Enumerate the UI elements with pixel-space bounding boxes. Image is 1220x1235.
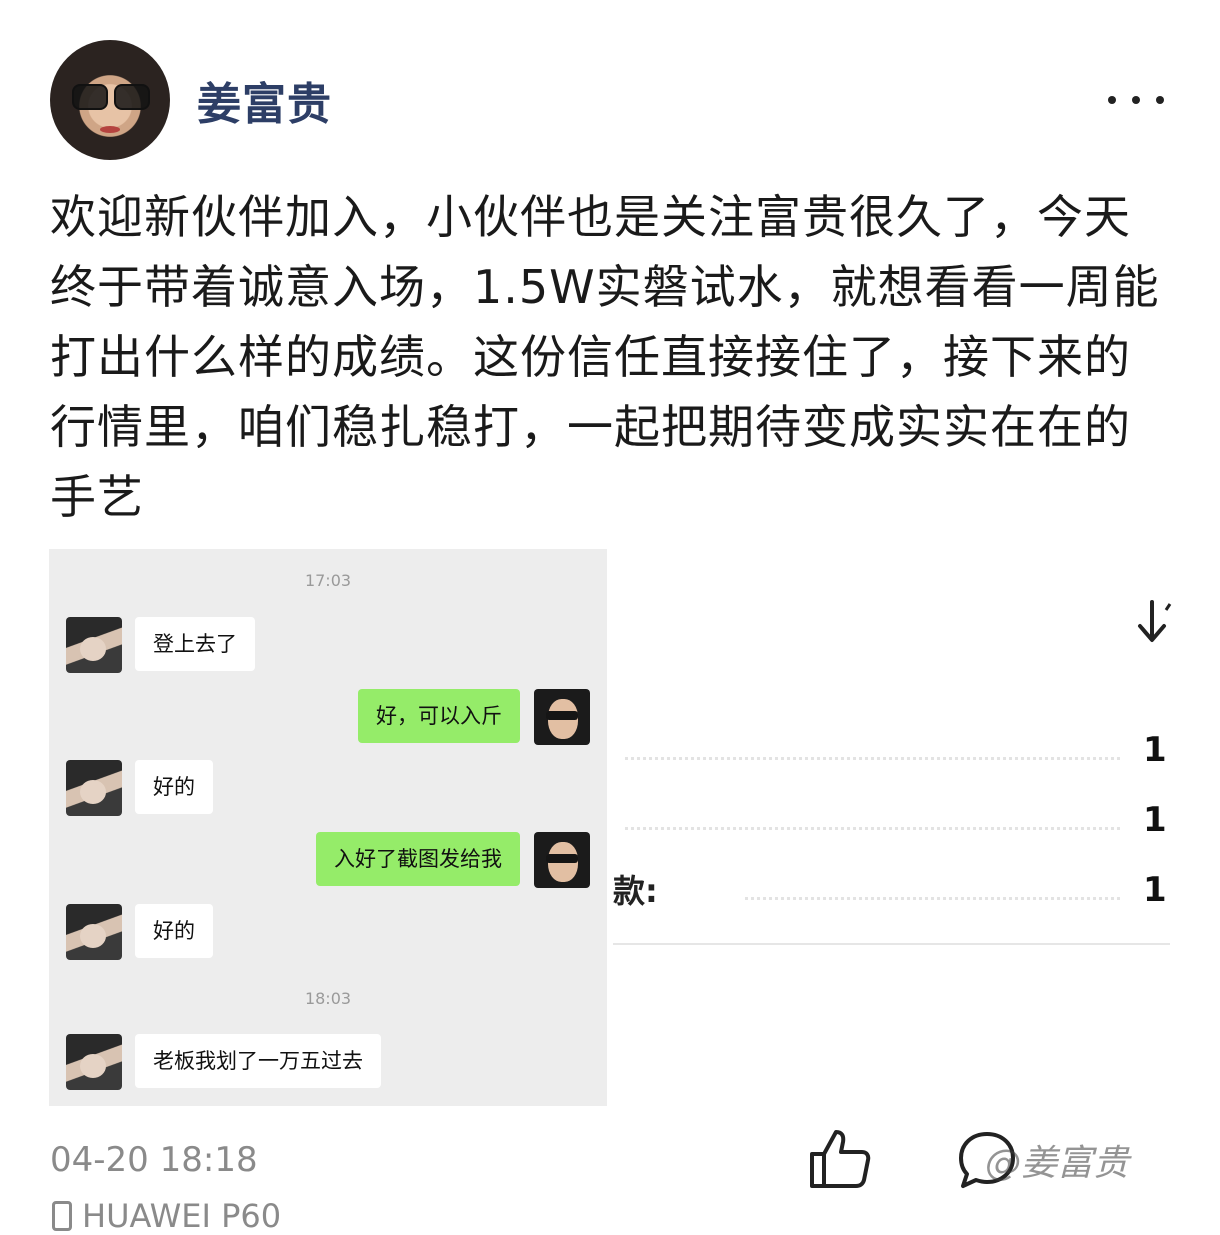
amount-value: 1 (1143, 870, 1167, 910)
self-avatar (534, 832, 590, 888)
more-dots-icon[interactable] (1108, 82, 1164, 118)
divider (613, 943, 1170, 945)
chat-message: 好的 (135, 760, 213, 814)
chat-message: 好，可以入斤 (358, 689, 520, 743)
dotted-separator (625, 757, 1120, 760)
contact-avatar (66, 617, 122, 673)
device-label: HUAWEI P60 (82, 1197, 282, 1235)
dotted-separator (625, 827, 1120, 830)
device-info: HUAWEI P60 (52, 1197, 281, 1235)
field-label: 款: (613, 872, 658, 910)
post-text: 欢迎新伙伴加入，小伙伴也是关注富贵很久了，今天终于带着诚意入场，1.5W实磐试水… (50, 190, 1160, 524)
dotted-separator (745, 897, 1120, 900)
chat-message: 好的 (135, 904, 213, 958)
contact-avatar (66, 760, 122, 816)
contact-avatar (66, 1034, 122, 1090)
amount-value: 1 (1143, 800, 1167, 840)
amount-value: 1 (1143, 730, 1167, 770)
chat-message: 老板我划了一万五过去 (135, 1034, 381, 1088)
chat-timestamp: 18:03 (304, 989, 352, 1008)
thumbs-up-icon[interactable] (808, 1126, 872, 1190)
self-avatar (534, 689, 590, 745)
author-name[interactable]: 姜富贵 (197, 68, 332, 132)
watermark: @姜富贵 (985, 1143, 1130, 1184)
contact-avatar (66, 904, 122, 960)
chat-message: 登上去了 (135, 617, 255, 671)
phone-icon (52, 1201, 72, 1231)
chat-timestamp: 17:03 (304, 571, 352, 590)
chat-message: 入好了截图发给我 (316, 832, 520, 886)
download-arrow-icon (1138, 600, 1172, 642)
author-avatar[interactable] (50, 40, 170, 160)
chat-screenshot-image[interactable]: 17:03 登上去了 好，可以入斤 好的 入好了截图发给我 好的 18:03 老… (49, 549, 607, 1106)
post-timestamp: 04-20 18:18 (50, 1140, 258, 1180)
